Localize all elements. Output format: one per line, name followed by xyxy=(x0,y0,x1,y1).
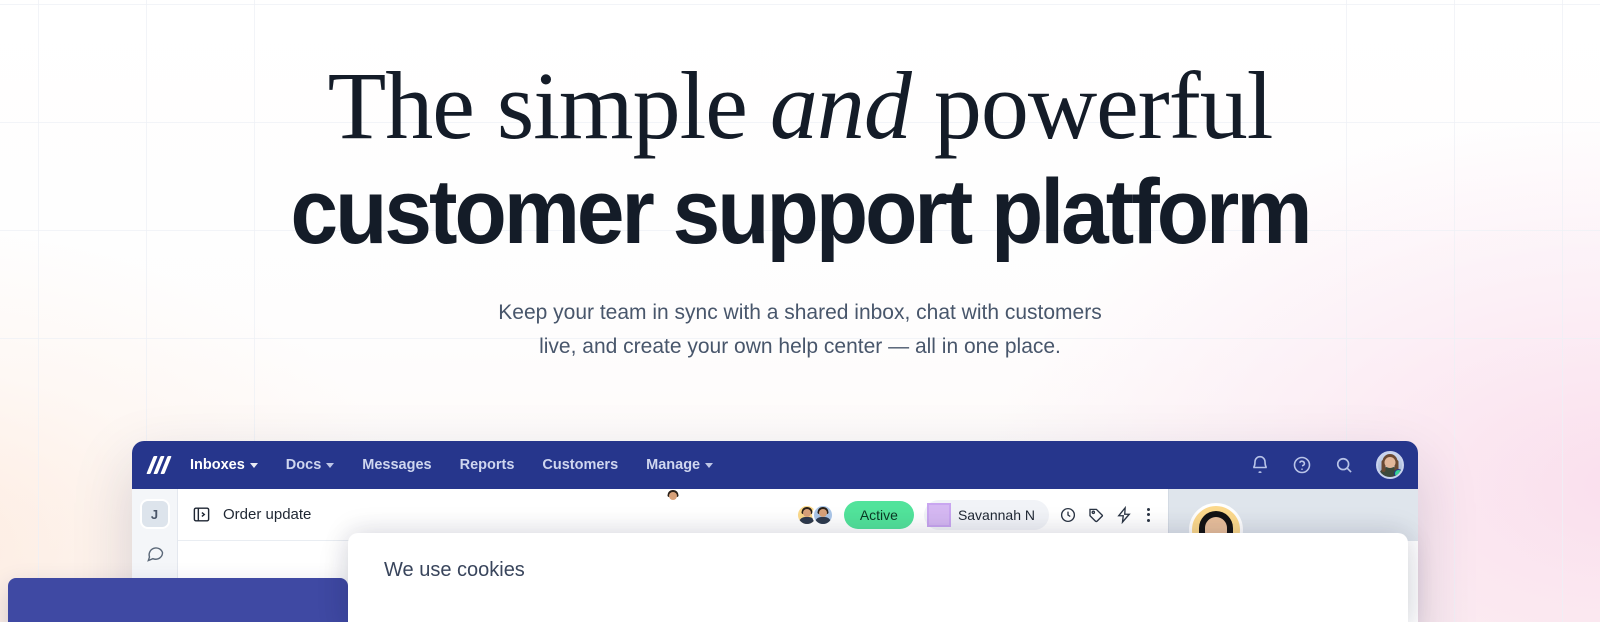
nav-item-label: Docs xyxy=(285,457,322,473)
nav-item-customers[interactable]: Customers xyxy=(542,457,618,473)
lightning-icon[interactable] xyxy=(1115,505,1133,524)
sidebar-item-inbox-badge[interactable]: J xyxy=(139,499,170,529)
headline-italic-and: and xyxy=(769,52,912,159)
nav-item-label: Customers xyxy=(542,457,619,473)
conversation-title: Order update xyxy=(223,506,312,523)
avatar xyxy=(811,503,834,526)
participant-avatars[interactable] xyxy=(795,503,834,526)
app-main-nav: Inboxes Docs Messages Reports Customers xyxy=(190,457,714,473)
nav-item-label: Messages xyxy=(362,457,432,473)
bell-icon[interactable] xyxy=(1250,455,1270,475)
landing-page: The simple and powerful customer support… xyxy=(0,0,1600,622)
chevron-down-icon xyxy=(249,462,258,468)
nav-item-manage[interactable]: Manage xyxy=(646,457,714,473)
chevron-down-icon xyxy=(326,462,335,468)
chat-bubble-icon[interactable] xyxy=(145,543,165,563)
bg-grid-line xyxy=(0,4,1600,5)
app-topbar: Inboxes Docs Messages Reports Customers xyxy=(132,441,1418,489)
cta-block[interactable] xyxy=(8,578,348,622)
cookie-dialog-title: We use cookies xyxy=(384,559,525,581)
status-badge[interactable]: Active xyxy=(843,500,914,529)
avatar[interactable] xyxy=(1376,451,1404,479)
chevron-down-icon xyxy=(705,462,714,468)
avatar xyxy=(667,490,951,527)
assignee-selector[interactable]: Savannah N xyxy=(667,490,1049,530)
hero-section: The simple and powerful customer support… xyxy=(0,58,1600,364)
assignee-name: Savannah N xyxy=(957,506,1035,523)
conversation-toolbar: Active Savannah N xyxy=(667,490,1154,530)
page-title-line-2: customer support platform xyxy=(290,161,1313,263)
help-circle-icon[interactable] xyxy=(1292,455,1312,475)
kebab-menu-icon[interactable] xyxy=(1143,506,1154,524)
nav-item-inboxes[interactable]: Inboxes xyxy=(190,457,258,473)
app-topbar-actions xyxy=(1250,451,1404,479)
clock-icon[interactable] xyxy=(1059,506,1077,524)
page-title-line-1: The simple and powerful xyxy=(0,58,1600,154)
hero-subheading-line-1: Keep your team in sync with a shared inb… xyxy=(498,300,1102,324)
nav-item-reports[interactable]: Reports xyxy=(460,457,515,473)
helpscout-logo-icon[interactable] xyxy=(146,454,172,476)
online-status-dot xyxy=(1394,469,1402,477)
conversation-icon xyxy=(193,507,210,522)
nav-item-label: Manage xyxy=(646,457,701,473)
headline-part-2: powerful xyxy=(910,52,1274,159)
hero-subheading: Keep your team in sync with a shared inb… xyxy=(0,296,1600,364)
tag-icon[interactable] xyxy=(1087,506,1105,524)
headline-part-1: The simple xyxy=(327,52,770,159)
search-icon[interactable] xyxy=(1334,455,1354,475)
nav-item-docs[interactable]: Docs xyxy=(285,457,335,473)
nav-item-label: Inboxes xyxy=(190,457,245,473)
cookie-consent-dialog: We use cookies xyxy=(348,533,1408,622)
hero-subheading-line-2: live, and create your own help center — … xyxy=(539,334,1061,358)
nav-item-messages[interactable]: Messages xyxy=(362,457,431,473)
nav-item-label: Reports xyxy=(459,457,515,473)
